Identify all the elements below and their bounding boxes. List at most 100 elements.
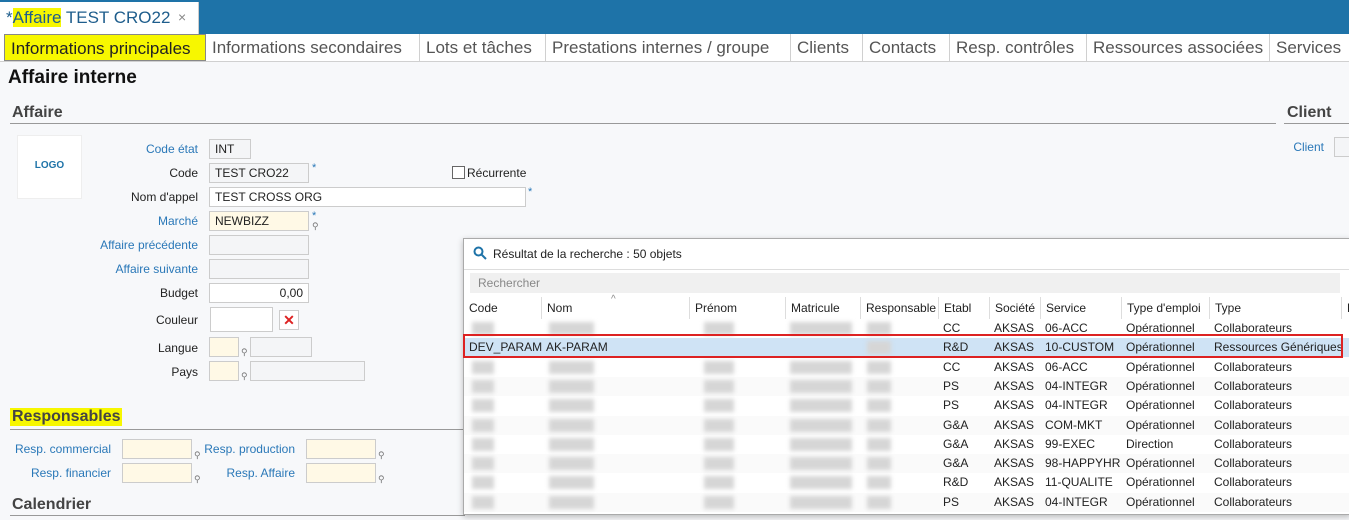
close-icon[interactable]: ×: [178, 9, 186, 25]
marche-field[interactable]: NEWBIZZ: [209, 211, 309, 231]
table-row[interactable]: PS AKSAS 04-INTEGR Opérationnel Collaborateu…: [464, 492, 1349, 512]
search-results-popup: Résultat de la recherche : 50 objets Rec…: [463, 238, 1349, 515]
code-field[interactable]: TEST CRO22: [209, 163, 309, 183]
tab-prestations-internes[interactable]: Prestations internes / groupe: [546, 34, 791, 61]
column-header-type-emploi[interactable]: Type d'emploi: [1121, 297, 1209, 319]
code-etat-label[interactable]: Code état: [100, 142, 198, 156]
column-header-code[interactable]: Code: [464, 297, 541, 319]
cell-emploi: Opérationnel: [1126, 494, 1195, 509]
redacted-cell: [867, 399, 891, 413]
tab-resp-controles[interactable]: Resp. contrôles: [950, 34, 1087, 61]
column-header-matricule[interactable]: Matricule: [785, 297, 860, 319]
column-header-d[interactable]: D: [1341, 297, 1349, 319]
table-row[interactable]: CC AKSAS 06-ACC Opérationnel Collaborateurs: [464, 358, 1349, 377]
column-header-etabl[interactable]: Etabl: [938, 297, 989, 319]
affaire-suivante-label[interactable]: Affaire suivante: [60, 262, 199, 276]
resp-commercial-label[interactable]: Resp. commercial: [10, 442, 111, 456]
recurrente-checkbox[interactable]: [452, 166, 465, 179]
code-etat-field[interactable]: INT: [209, 139, 251, 159]
lookup-pin-icon[interactable]: ⚲: [378, 474, 385, 485]
tab-bar: Informations principales Informations se…: [0, 34, 1349, 62]
tab-informations-secondaires[interactable]: Informations secondaires: [206, 34, 420, 61]
marche-label[interactable]: Marché: [100, 214, 198, 228]
cell-service: 04-INTEGR: [1045, 378, 1108, 393]
lookup-pin-icon[interactable]: ⚲: [241, 371, 248, 382]
tab-informations-principales[interactable]: Informations principales: [4, 34, 206, 61]
tab-services[interactable]: Services: [1270, 34, 1349, 61]
couleur-field[interactable]: [210, 307, 273, 332]
client-label[interactable]: Client: [1280, 140, 1324, 154]
cell-service: 98-HAPPYHR: [1045, 456, 1121, 471]
affaire-precedente-field[interactable]: [209, 235, 309, 255]
column-header-societe[interactable]: Société: [989, 297, 1040, 319]
cell-societe: AKSAS: [994, 359, 1035, 374]
table-row[interactable]: G&A AKSAS COM-MKT Opérationnel Collaborateur…: [464, 415, 1349, 435]
popup-title: Résultat de la recherche : 50 objets: [493, 247, 682, 261]
required-marker: *: [312, 162, 317, 174]
redacted-cell: [549, 399, 594, 413]
cell-emploi: Opérationnel: [1126, 359, 1195, 374]
langue-description: [250, 337, 312, 357]
redacted-cell: [472, 360, 494, 374]
resp-production-field[interactable]: [306, 439, 376, 459]
cell-type: Collaborateurs: [1214, 359, 1293, 374]
client-field[interactable]: [1334, 137, 1349, 157]
redacted-cell: [704, 360, 734, 374]
title-bar: [0, 0, 1349, 34]
cell-service: COM-MKT: [1045, 417, 1103, 432]
resp-production-label[interactable]: Resp. production: [200, 442, 295, 456]
budget-label: Budget: [159, 286, 198, 300]
document-type: Affaire: [12, 8, 62, 27]
redacted-cell: [472, 437, 494, 451]
selected-row-highlight: [463, 334, 1343, 358]
redacted-cell: [790, 418, 852, 432]
tab-lots-taches[interactable]: Lots et tâches: [420, 34, 546, 61]
column-header-responsable[interactable]: Responsable: [860, 297, 938, 319]
pays-field[interactable]: [209, 361, 239, 381]
resp-affaire-label[interactable]: Resp. Affaire: [200, 466, 295, 480]
langue-field[interactable]: [209, 337, 239, 357]
pays-description: [250, 361, 365, 381]
redacted-cell: [704, 418, 734, 432]
table-row[interactable]: R&D AKSAS 11-QUALITE Opérationnel Collaborat…: [464, 473, 1349, 492]
tab-ressources-associees[interactable]: Ressources associées: [1087, 34, 1270, 61]
cell-type: Collaborateurs: [1214, 398, 1293, 413]
clear-color-icon[interactable]: ✕: [279, 310, 299, 330]
popup-search-input[interactable]: Rechercher: [470, 273, 1340, 293]
column-header-prenom[interactable]: Prénom: [689, 297, 785, 319]
redacted-cell: [867, 418, 891, 432]
affaire-suivante-field[interactable]: [209, 259, 309, 279]
column-header-type[interactable]: Type: [1209, 297, 1341, 319]
tab-contacts[interactable]: Contacts: [863, 34, 950, 61]
lookup-pin-icon[interactable]: ⚲: [241, 347, 248, 358]
table-row[interactable]: G&A AKSAS 98-HAPPYHR Opérationnel Collaborat…: [464, 454, 1349, 474]
table-row[interactable]: PS AKSAS 04-INTEGR Opérationnel Collaborateu…: [464, 396, 1349, 415]
table-row[interactable]: PS AKSAS 04-INTEGR Opérationnel Collaborateu…: [464, 376, 1349, 396]
cell-societe: AKSAS: [994, 398, 1035, 413]
affaire-precedente-label[interactable]: Affaire précédente: [60, 238, 198, 252]
resp-affaire-field[interactable]: [306, 463, 376, 483]
budget-field[interactable]: 0,00: [209, 283, 309, 303]
cell-type: Collaborateurs: [1214, 475, 1293, 490]
redacted-cell: [472, 457, 494, 471]
resp-financier-label[interactable]: Resp. financier: [10, 466, 111, 480]
logo: LOGO: [17, 135, 82, 199]
cell-etabl: PS: [943, 398, 960, 413]
redacted-cell: [704, 399, 734, 413]
table-row[interactable]: G&A AKSAS 99-EXEC Direction Collaborateurs: [464, 435, 1349, 454]
sort-ascending-icon: ^: [611, 294, 616, 305]
lookup-pin-icon[interactable]: ⚲: [378, 450, 385, 461]
document-tab[interactable]: *Affaire TEST CRO22 ×: [0, 2, 199, 34]
nom-appel-field[interactable]: TEST CROSS ORG: [209, 187, 526, 207]
column-header-service[interactable]: Service: [1040, 297, 1121, 319]
cell-emploi: Opérationnel: [1126, 475, 1195, 490]
tab-clients[interactable]: Clients: [791, 34, 863, 61]
lookup-pin-icon[interactable]: ⚲: [312, 221, 319, 232]
resp-commercial-field[interactable]: [122, 439, 192, 459]
cell-type: Collaborateurs: [1214, 456, 1293, 471]
redacted-cell: [790, 437, 852, 451]
redacted-cell: [790, 379, 852, 393]
cell-societe: AKSAS: [994, 436, 1035, 451]
cell-societe: AKSAS: [994, 475, 1035, 490]
resp-financier-field[interactable]: [122, 463, 192, 483]
